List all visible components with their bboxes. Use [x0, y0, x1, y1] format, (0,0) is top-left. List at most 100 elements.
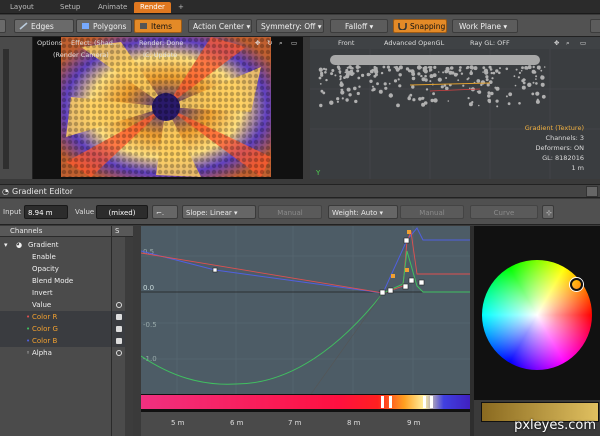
maximize-icon[interactable]: ▭: [580, 37, 586, 49]
mesh-particle: [336, 97, 340, 101]
ruler-tick-label: 5 m: [171, 419, 185, 427]
weight-dropdown[interactable]: Weight: Auto ▾: [328, 205, 398, 219]
channel-row-invert[interactable]: Invert: [0, 287, 133, 299]
manual-weight-field[interactable]: Manual: [400, 205, 464, 219]
view-dropdown[interactable]: Front: [338, 37, 354, 49]
mesh-particle: [339, 75, 342, 78]
slope-dropdown[interactable]: Slope: Linear ▾: [182, 205, 256, 219]
gradient-stop-marker[interactable]: [389, 396, 392, 408]
gradient-color-bar[interactable]: [141, 394, 470, 412]
overflow-button[interactable]: [0, 19, 6, 33]
options-menu[interactable]: Options: [37, 37, 62, 49]
symmetry-dropdown[interactable]: Symmetry: Off ▾: [256, 19, 324, 33]
falloff-dropdown[interactable]: Falloff ▾: [330, 19, 388, 33]
fit-view-icon[interactable]: ✥: [554, 37, 559, 49]
tab-layout[interactable]: Layout: [4, 2, 40, 13]
gradient-key[interactable]: [403, 237, 410, 244]
mesh-particle: [473, 66, 478, 71]
color-picker-handle[interactable]: [570, 278, 583, 291]
channel-row-opacity[interactable]: Opacity: [0, 263, 133, 275]
mesh-particle: [485, 75, 489, 79]
refresh-icon[interactable]: ↻: [267, 37, 272, 49]
effect-dropdown[interactable]: Effect: (Shad...: [71, 37, 119, 49]
ic-update-label: IC: Update: [143, 51, 178, 59]
gradient-preview: [141, 395, 470, 409]
mesh-particle: [369, 79, 373, 83]
snapping-button[interactable]: Snapping: [393, 19, 447, 33]
mesh-particle: [433, 65, 437, 69]
gradient-key-selected[interactable]: [405, 268, 409, 272]
channels-header-label: Channels: [10, 227, 43, 235]
channel-list-scrollbar[interactable]: [125, 237, 133, 436]
ruler-tick-label: 8 m: [347, 419, 361, 427]
gradient-key[interactable]: [402, 283, 409, 290]
work-plane-dropdown[interactable]: Work Plane ▾: [452, 19, 518, 33]
gradient-key[interactable]: [212, 267, 218, 273]
expand-arrow-icon[interactable]: ▾: [4, 239, 8, 251]
channel-row-blend-mode[interactable]: Blend Mode: [0, 275, 133, 287]
items-button[interactable]: Items: [134, 19, 182, 33]
gradient-key[interactable]: [379, 289, 386, 296]
gradient-key-selected[interactable]: [391, 274, 395, 278]
manual-slope-field[interactable]: Manual: [258, 205, 322, 219]
gradient-stop-marker[interactable]: [430, 396, 433, 408]
gradient-key[interactable]: [418, 279, 425, 286]
channel-state-square[interactable]: [116, 326, 122, 332]
fit-graph-icon[interactable]: ⊹: [542, 205, 554, 219]
close-icon[interactable]: [586, 186, 598, 197]
mesh-particle: [343, 76, 346, 79]
toolbar-more-button[interactable]: [590, 19, 600, 33]
edges-button[interactable]: Edges: [14, 19, 74, 33]
channel-row-color-g[interactable]: • Color G: [0, 323, 133, 335]
maximize-icon[interactable]: ▭: [291, 37, 297, 49]
gradient-stop-marker[interactable]: [381, 396, 384, 408]
front-3d-viewport[interactable]: Front Advanced OpenGL Ray GL: OFF ✥ ⌕ ▭ …: [310, 37, 600, 179]
mesh-particle: [424, 74, 427, 78]
gradient-key-selected[interactable]: [407, 230, 411, 234]
polygons-button[interactable]: Polygons: [76, 19, 132, 33]
mesh-particle: [411, 85, 415, 89]
tool-strip-scroll[interactable]: [3, 49, 9, 169]
tab-render[interactable]: Render: [134, 2, 171, 13]
render-preview-viewport[interactable]: Options Effect: (Shad... Render: Done ✥ …: [33, 37, 303, 179]
mesh-particle: [417, 72, 421, 76]
mesh-particle: [411, 76, 416, 81]
tab-setup[interactable]: Setup: [54, 2, 86, 13]
channel-state-dot[interactable]: [116, 302, 122, 308]
curve-button[interactable]: Curve: [470, 205, 538, 219]
ray-gl-dropdown[interactable]: Ray GL: OFF: [470, 37, 510, 49]
value-field[interactable]: (mixed): [96, 205, 148, 219]
zoom-icon[interactable]: ⌕: [279, 37, 283, 49]
tangent-type-button[interactable]: ⌐.: [152, 205, 178, 219]
mesh-particle: [518, 71, 521, 74]
channel-row-alpha[interactable]: ◦ Alpha: [0, 347, 133, 359]
mesh-particle: [324, 68, 328, 71]
gradient-key[interactable]: [408, 277, 415, 284]
action-center-dropdown[interactable]: Action Center ▾: [188, 19, 252, 33]
channel-row-value[interactable]: Value: [0, 299, 133, 311]
input-ruler[interactable]: 5 m 6 m 7 m 8 m 9 m: [141, 412, 470, 436]
channel-row-color-r[interactable]: • Color R: [0, 311, 133, 323]
gradient-key[interactable]: [387, 287, 394, 294]
gl-info: GL: 8182016: [542, 154, 584, 162]
channel-row-enable[interactable]: Enable: [0, 251, 133, 263]
channel-row-color-b[interactable]: • Color B: [0, 335, 133, 347]
tab-add[interactable]: +: [172, 2, 190, 13]
fit-view-icon[interactable]: ✥: [255, 37, 260, 49]
bullet-icon: ◦: [26, 349, 31, 357]
curve-color-g[interactable]: [140, 250, 470, 385]
tab-animate[interactable]: Animate: [92, 2, 133, 13]
channel-state-square[interactable]: [116, 338, 122, 344]
zoom-icon[interactable]: ⌕: [566, 37, 570, 49]
panel-splitter[interactable]: [133, 226, 141, 436]
gradient-stop-marker[interactable]: [423, 396, 426, 408]
channel-state-square[interactable]: [116, 314, 122, 320]
items-icon: [139, 21, 148, 29]
y-tick-label: -0.5: [143, 321, 157, 329]
shading-dropdown[interactable]: Advanced OpenGL: [384, 37, 444, 49]
mesh-particle: [527, 65, 532, 70]
input-field[interactable]: 8.94 m: [24, 205, 68, 219]
channel-row-gradient[interactable]: ▾ ◕ Gradient: [0, 239, 133, 251]
channel-state-dot[interactable]: [116, 350, 122, 356]
gradient-graph[interactable]: 0.5 0.0 -0.5 -1.0: [140, 226, 470, 395]
